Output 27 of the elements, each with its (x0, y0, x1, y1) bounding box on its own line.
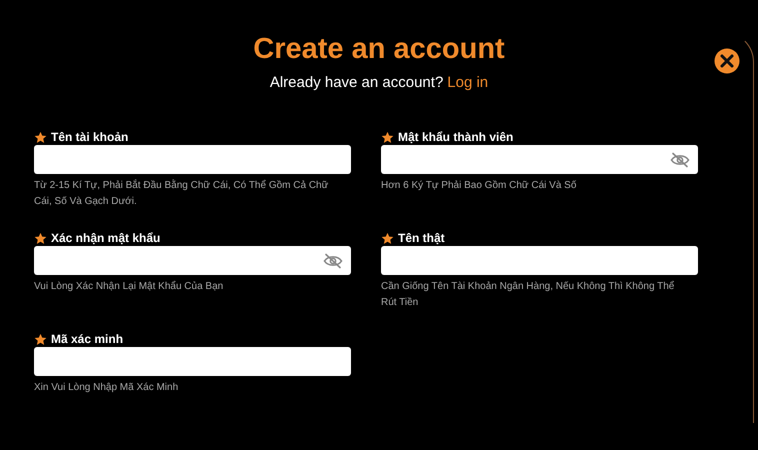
password-field[interactable] (34, 246, 351, 275)
star-icon (34, 332, 47, 346)
field-hint: Vui Lòng Xác Nhận Lại Mật Khẩu Của Bạn (34, 280, 224, 294)
field-hint: Từ 2-15 Kí Tự, Phải Bắt Đầu Bằng Chữ Cái, Có Thể Gồm Cả Chữ Cái, Số Và Gạch Dưới. (34, 178, 330, 209)
field-label: Xác nhận mật khẩu (51, 231, 160, 245)
star-icon (381, 130, 394, 144)
field-hint: Xin Vui Lòng Nhập Mã Xác Minh (34, 381, 180, 395)
close-button[interactable] (714, 48, 740, 74)
field-label: Tên thật (398, 231, 445, 245)
star-icon (34, 130, 47, 144)
field-label: Tên tài khoản (51, 130, 128, 144)
close-icon (714, 48, 740, 74)
field-hint: Cần Giống Tên Tài Khoản Ngân Hàng, Nếu Không Thì Không Thể Rút Tiền (381, 280, 676, 310)
field-hint: Hơn 6 Ký Tự Phải Bao Gồm Chữ Cái Và Số (381, 179, 578, 193)
eye-off-icon[interactable] (670, 152, 690, 168)
field-label: Mã xác minh (51, 332, 124, 346)
input-field[interactable] (34, 145, 351, 174)
input-field[interactable] (34, 347, 351, 376)
star-icon (34, 232, 47, 244)
eye-off-icon[interactable] (323, 252, 343, 268)
password-field[interactable] (381, 145, 698, 174)
input-field[interactable] (381, 246, 698, 275)
login-prompt: Already have an account? (270, 74, 444, 91)
field-label: Mật khẩu thành viên (398, 130, 514, 144)
star-icon (381, 232, 394, 244)
dialog-title: Create an account (253, 32, 505, 67)
login-link[interactable]: Log in (447, 74, 488, 91)
